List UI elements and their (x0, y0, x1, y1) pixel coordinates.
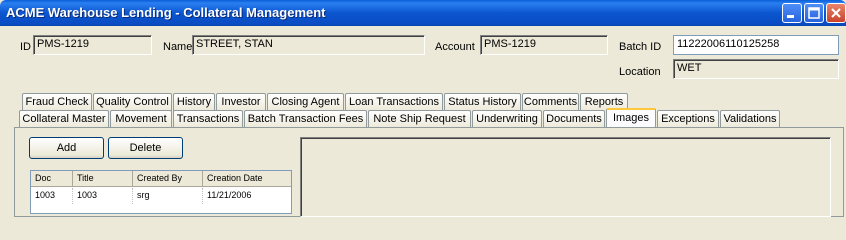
tab-loan-transactions[interactable]: Loan Transactions (345, 93, 443, 111)
tab-images[interactable]: Images (606, 108, 656, 128)
tab-batch-transaction-fees[interactable]: Batch Transaction Fees (244, 110, 367, 128)
cell-created-by: srg (133, 188, 203, 204)
batch-id-input[interactable]: 11222006110125258 (673, 35, 839, 55)
tab-status-history[interactable]: Status History (444, 93, 521, 111)
tab-transactions[interactable]: Transactions (173, 110, 243, 128)
tab-fraud-check[interactable]: Fraud Check (22, 93, 92, 111)
close-button[interactable] (826, 3, 846, 23)
tab-underwriting[interactable]: Underwriting (472, 110, 542, 128)
delete-button[interactable]: Delete (108, 137, 183, 159)
id-label: ID (20, 41, 31, 53)
tab-row-1: Fraud Check Quality Control History Inve… (0, 93, 846, 111)
id-field[interactable]: PMS-1219 (33, 35, 152, 55)
tab-exceptions[interactable]: Exceptions (657, 110, 719, 128)
column-header-created-by[interactable]: Created By (133, 171, 203, 187)
name-field[interactable]: STREET, STAN (192, 35, 425, 55)
tab-collateral-master[interactable]: Collateral Master (19, 110, 109, 128)
column-header-creation-date[interactable]: Creation Date (203, 171, 291, 187)
location-label: Location (619, 66, 661, 78)
tab-investor[interactable]: Investor (216, 93, 266, 111)
window-title: ACME Warehouse Lending - Collateral Mana… (6, 5, 326, 20)
tab-documents[interactable]: Documents (543, 110, 605, 128)
batch-id-label: Batch ID (619, 41, 662, 53)
tab-row-2: Collateral Master Movement Transactions … (0, 108, 846, 128)
close-icon (831, 8, 841, 18)
cell-title: 1003 (73, 188, 133, 204)
tab-history[interactable]: History (173, 93, 215, 111)
minimize-icon (787, 15, 794, 18)
maximize-icon (808, 7, 820, 19)
column-header-title[interactable]: Title (73, 171, 133, 187)
table-row[interactable]: 1003 1003 srg 11/21/2006 (31, 188, 291, 204)
minimize-button[interactable] (782, 3, 802, 23)
maximize-button[interactable] (804, 3, 824, 23)
account-field[interactable]: PMS-1219 (480, 35, 608, 55)
cell-doc: 1003 (31, 188, 73, 204)
image-viewer[interactable] (300, 137, 831, 217)
grid-header: Doc Title Created By Creation Date (31, 171, 291, 187)
account-label: Account (435, 41, 475, 53)
tab-movement[interactable]: Movement (110, 110, 172, 128)
tab-comments[interactable]: Comments (522, 93, 579, 111)
title-bar[interactable]: ACME Warehouse Lending - Collateral Mana… (0, 0, 846, 26)
column-header-doc[interactable]: Doc (31, 171, 73, 187)
location-field[interactable]: WET (673, 59, 839, 79)
tab-quality-control[interactable]: Quality Control (93, 93, 172, 111)
cell-creation-date: 11/21/2006 (207, 190, 252, 200)
tab-note-ship-request[interactable]: Note Ship Request (368, 110, 471, 128)
tab-closing-agent[interactable]: Closing Agent (267, 93, 344, 111)
tab-validations[interactable]: Validations (720, 110, 780, 128)
images-grid[interactable]: Doc Title Created By Creation Date 1003 … (30, 170, 292, 214)
name-label: Name (163, 41, 193, 53)
add-button[interactable]: Add (29, 137, 104, 159)
